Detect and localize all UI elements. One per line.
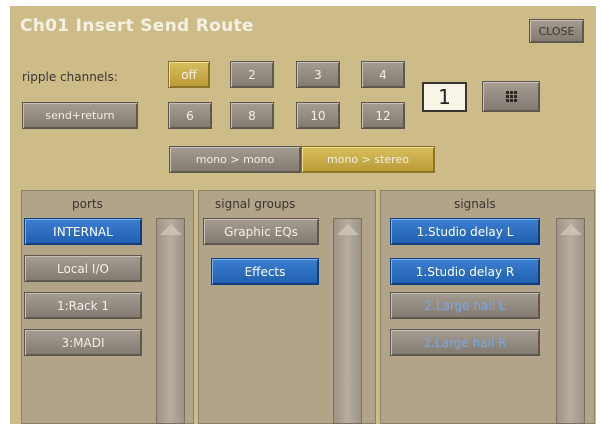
signal-groups-title: signal groups (215, 197, 296, 211)
grid-icon (505, 91, 517, 102)
insert-send-route-window: Ch01 Insert Send Route CLOSE ripple chan… (10, 6, 596, 424)
close-button[interactable]: CLOSE (529, 19, 584, 43)
ripple-off-button[interactable]: off (168, 61, 210, 88)
signals-title: signals (454, 197, 496, 211)
ripple-12-button[interactable]: 12 (361, 102, 405, 129)
ripple-10-button[interactable]: 10 (296, 102, 340, 129)
ports-scrollbar[interactable] (156, 218, 185, 424)
signal-item-studio-delay-l[interactable]: 1.Studio delay L (390, 218, 540, 245)
signal-item-studio-delay-r[interactable]: 1.Studio delay R (390, 258, 540, 285)
signal-item-large-hall-r[interactable]: 2.Large hall R (390, 329, 540, 356)
grid-view-button[interactable] (482, 81, 540, 112)
ripple-8-button[interactable]: 8 (230, 102, 274, 129)
scroll-up-icon[interactable] (337, 224, 359, 235)
channel-number-box: 1 (422, 82, 467, 112)
signal-groups-scrollbar[interactable] (333, 218, 362, 424)
scroll-up-icon[interactable] (160, 224, 182, 235)
port-item-local-io[interactable]: Local I/O (24, 255, 142, 282)
mono-mono-button[interactable]: mono > mono (169, 146, 301, 173)
mono-stereo-button[interactable]: mono > stereo (301, 146, 435, 173)
ripple-3-button[interactable]: 3 (296, 61, 340, 88)
send-return-button[interactable]: send+return (22, 102, 138, 129)
ripple-channels-label: ripple channels: (22, 70, 118, 84)
ports-title: ports (72, 197, 103, 211)
port-item-madi[interactable]: 3:MADI (24, 329, 142, 356)
signal-item-large-hall-l[interactable]: 2.Large hall L (390, 292, 540, 319)
ripple-2-button[interactable]: 2 (230, 61, 274, 88)
signals-scrollbar[interactable] (556, 218, 585, 424)
signal-group-effects[interactable]: Effects (211, 258, 319, 285)
ripple-4-button[interactable]: 4 (361, 61, 405, 88)
ripple-6-button[interactable]: 6 (168, 102, 212, 129)
scroll-up-icon[interactable] (560, 224, 582, 235)
port-item-rack-1[interactable]: 1:Rack 1 (24, 292, 142, 319)
window-title: Ch01 Insert Send Route (20, 16, 254, 36)
signal-group-graphic-eqs[interactable]: Graphic EQs (203, 218, 319, 245)
port-item-internal[interactable]: INTERNAL (24, 218, 142, 245)
